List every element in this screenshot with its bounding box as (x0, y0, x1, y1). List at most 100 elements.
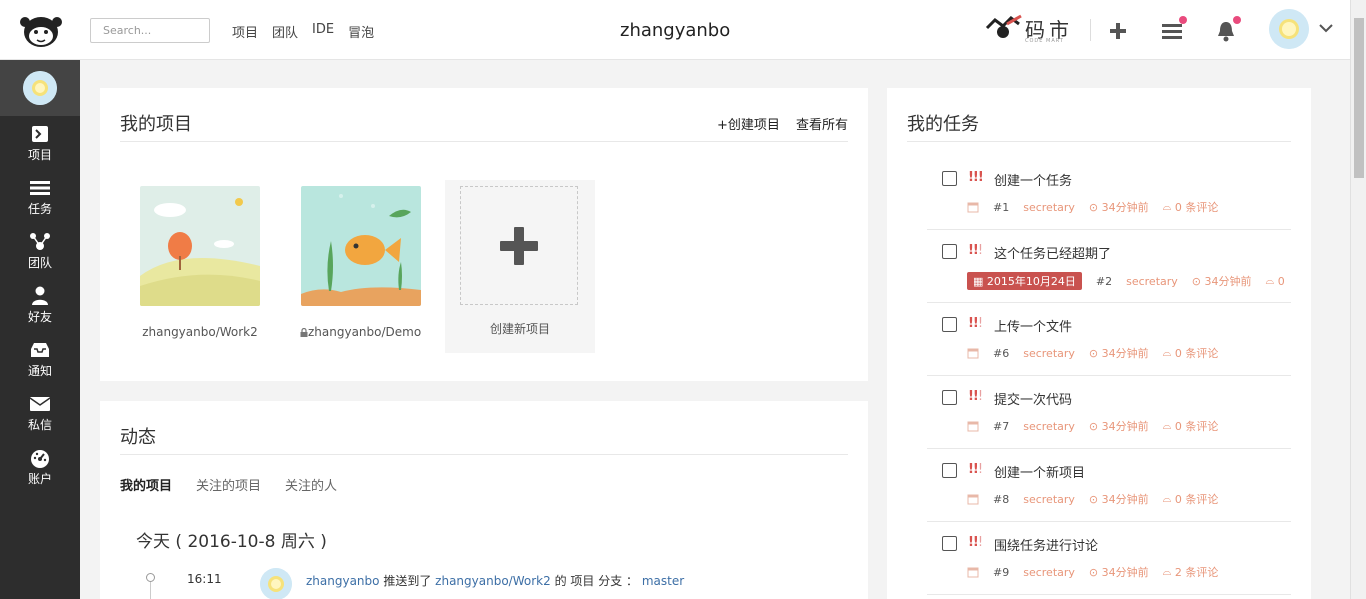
task-owner[interactable]: secretary (1023, 201, 1075, 214)
create-project-link[interactable]: +创建项目 (717, 118, 780, 133)
activity-branch-link[interactable]: master (642, 574, 684, 588)
task-comments[interactable]: 0 条评论 (1175, 345, 1219, 361)
avatar[interactable] (23, 71, 57, 105)
task-comments[interactable]: 0 条评论 (1175, 199, 1219, 215)
nav-bubble[interactable]: 冒泡 (348, 22, 374, 41)
task-checkbox[interactable] (942, 390, 957, 405)
task-time: 34分钟前 (1101, 347, 1149, 360)
task-meta: #9 secretary ⊙ 34分钟前 ⌓ 2 条评论 (967, 564, 1218, 580)
project-item[interactable]: zhangyanbo/Demo (300, 186, 421, 339)
sidebar-item-team[interactable]: 团队 (0, 224, 80, 278)
task-item[interactable]: !!! 创建一个任务 #1 secretary ⊙ 34分钟前 ⌓ 0 条评论 (927, 157, 1291, 230)
sidebar: 项目 任务 团队 好友 通知 私信 账户 (0, 60, 80, 599)
task-checkbox[interactable] (942, 317, 957, 332)
scrollbar-thumb[interactable] (1354, 18, 1364, 178)
task-title[interactable]: 围绕任务进行讨论 (994, 535, 1098, 554)
project-item[interactable]: zhangyanbo/Work2 (140, 186, 260, 339)
task-checkbox[interactable] (942, 536, 957, 551)
task-owner[interactable]: secretary (1023, 347, 1075, 360)
task-item[interactable]: !!! 提交一次代码 #7 secretary ⊙ 34分钟前 ⌓ 0 条评论 (927, 376, 1291, 449)
task-title[interactable]: 创建一个任务 (994, 170, 1072, 189)
task-title[interactable]: 创建一个新项目 (994, 462, 1085, 481)
activity-time: 16:11 (187, 572, 222, 586)
priority-high-icon: !!! (968, 170, 984, 185)
calendar-icon[interactable] (967, 420, 979, 432)
scrollbar[interactable] (1350, 0, 1366, 599)
task-item[interactable]: !!! 创建一个新项目 #8 secretary ⊙ 34分钟前 ⌓ 0 条评论 (927, 449, 1291, 522)
task-title[interactable]: 提交一次代码 (994, 389, 1072, 408)
coding-logo-icon[interactable] (18, 12, 64, 48)
my-tasks-card: 我的任务 !!! 创建一个任务 #1 secretary ⊙ 34分钟前 ⌓ 0… (887, 88, 1311, 599)
nav-projects[interactable]: 项目 (232, 22, 258, 41)
task-time: 34分钟前 (1101, 420, 1149, 433)
my-tasks-title: 我的任务 (907, 114, 979, 135)
divider (120, 141, 848, 142)
project-name[interactable]: zhangyanbo/Demo (300, 325, 421, 339)
activity-user-link[interactable]: zhangyanbo (306, 574, 380, 588)
task-comments[interactable]: 0 条评论 (1175, 418, 1219, 434)
top-header: 项目 团队 IDE 冒泡 zhangyanbo 码市 CODE MART (0, 0, 1350, 60)
task-number: #9 (993, 565, 1010, 579)
task-title[interactable]: 这个任务已经超期了 (994, 243, 1111, 262)
create-new-project-tile[interactable]: 创建新项目 (445, 180, 595, 353)
task-title[interactable]: 上传一个文件 (994, 316, 1072, 335)
due-date-text: 2015年10月24日 (986, 275, 1076, 288)
landscape-thumbnail-icon (140, 186, 260, 306)
view-all-link[interactable]: 查看所有 (796, 118, 848, 133)
calendar-icon[interactable] (967, 201, 979, 213)
calendar-icon[interactable] (967, 493, 979, 505)
task-owner[interactable]: secretary (1023, 420, 1075, 433)
task-time: 34分钟前 (1101, 493, 1149, 506)
sidebar-item-friends[interactable]: 好友 (0, 278, 80, 332)
task-item[interactable]: !!! 上传一个文件 #6 secretary ⊙ 34分钟前 ⌓ 0 条评论 (927, 303, 1291, 376)
sidebar-item-messages[interactable]: 私信 (0, 386, 80, 440)
sidebar-item-label: 团队 (27, 255, 52, 270)
task-checkbox[interactable] (942, 171, 957, 186)
tasks-icon (30, 180, 50, 195)
add-button[interactable] (1105, 18, 1131, 44)
task-comments[interactable]: 0 条评论 (1175, 491, 1219, 507)
nav-ide[interactable]: IDE (312, 22, 334, 41)
team-icon (30, 232, 50, 250)
sidebar-item-label: 账户 (27, 471, 52, 486)
create-project-box[interactable] (460, 186, 578, 305)
tab-my-projects[interactable]: 我的项目 (120, 475, 172, 494)
task-meta: #6 secretary ⊙ 34分钟前 ⌓ 0 条评论 (967, 345, 1218, 361)
calendar-icon[interactable] (967, 566, 979, 578)
lemon-avatar-icon (260, 568, 292, 599)
sidebar-avatar-slot[interactable] (0, 60, 80, 116)
codemart-logo[interactable]: 码市 CODE MART (985, 10, 1077, 48)
tab-followed-projects[interactable]: 关注的项目 (196, 475, 261, 494)
due-date-badge[interactable]: ▦ 2015年10月24日 (967, 272, 1082, 290)
my-projects-card: 我的项目 +创建项目 查看所有 zhangyanbo/Work2 zhangya… (100, 88, 868, 381)
plus-icon (500, 226, 538, 265)
task-comments[interactable]: 0 (1278, 275, 1285, 288)
project-thumbnail[interactable] (300, 186, 421, 306)
sidebar-item-notifications[interactable]: 通知 (0, 332, 80, 386)
task-owner[interactable]: secretary (1023, 566, 1075, 579)
task-checkbox[interactable] (942, 463, 957, 478)
search-input[interactable] (90, 18, 210, 43)
notify-dot (1179, 16, 1187, 24)
tab-followed-people[interactable]: 关注的人 (285, 475, 337, 494)
task-checkbox[interactable] (942, 244, 957, 259)
task-owner[interactable]: secretary (1023, 493, 1075, 506)
nav-teams[interactable]: 团队 (272, 22, 298, 41)
calendar-icon[interactable] (967, 347, 979, 359)
tasks-button[interactable] (1159, 16, 1187, 44)
task-item[interactable]: !!! 围绕任务进行讨论 #9 secretary ⊙ 34分钟前 ⌓ 2 条评… (927, 522, 1291, 595)
project-thumbnail[interactable] (140, 186, 260, 306)
sidebar-item-account[interactable]: 账户 (0, 440, 80, 494)
avatar[interactable] (260, 568, 292, 599)
sidebar-item-tasks[interactable]: 任务 (0, 170, 80, 224)
project-name[interactable]: zhangyanbo/Work2 (140, 325, 260, 339)
task-item[interactable]: !!! 这个任务已经超期了 ▦ 2015年10月24日 #2 secretary… (927, 230, 1291, 303)
task-owner[interactable]: secretary (1126, 275, 1178, 288)
notifications-button[interactable] (1213, 16, 1241, 44)
chevron-down-icon[interactable] (1318, 22, 1334, 34)
user-avatar[interactable] (1269, 9, 1309, 49)
activity-project-link[interactable]: zhangyanbo/Work2 (435, 574, 551, 588)
comment-icon: ⌓ (1162, 200, 1175, 213)
sidebar-item-projects[interactable]: 项目 (0, 116, 80, 170)
task-comments[interactable]: 2 条评论 (1175, 564, 1219, 580)
